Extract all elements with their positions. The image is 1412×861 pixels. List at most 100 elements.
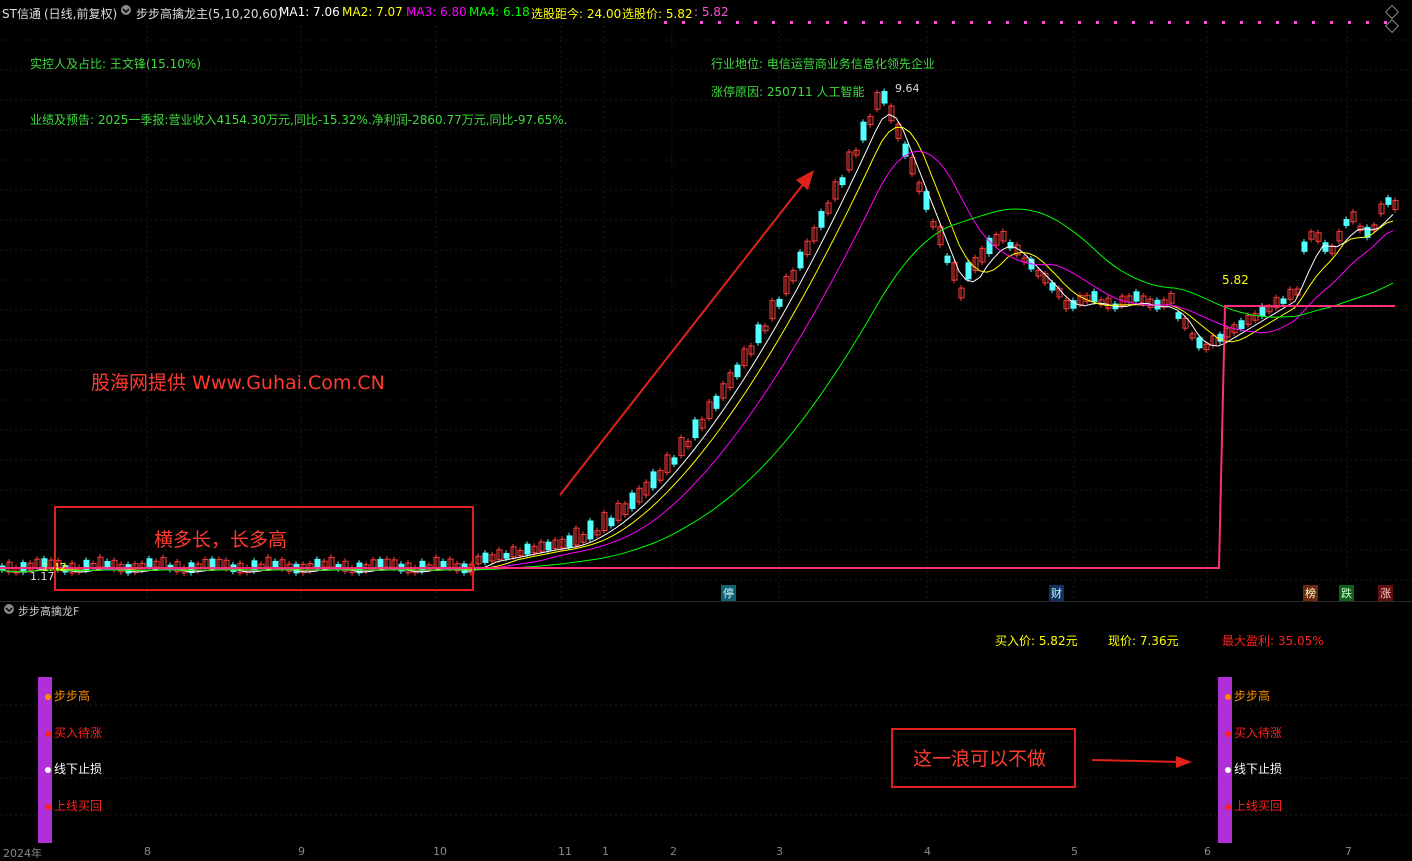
candle-body: [944, 255, 951, 263]
signal-dot: [1006, 21, 1009, 24]
signal-dot: [754, 21, 757, 24]
x-tick: 3: [776, 845, 783, 858]
trend-arrow-head: [796, 170, 814, 190]
signal-dot: [1366, 21, 1369, 24]
x-tick: 10: [433, 845, 447, 858]
signal-dot: [1042, 21, 1045, 24]
performance-annotation: 业绩及预告: 2025一季报:营业收入4154.30万元,同比-15.32%.净…: [30, 113, 568, 127]
candle-body: [860, 121, 867, 141]
max-profit-info: 最大盈利: 35.05%: [1222, 634, 1324, 648]
badge-fall[interactable]: 跌: [1339, 585, 1354, 601]
signal-dot: [1312, 21, 1315, 24]
signal-dot: [718, 21, 721, 24]
candle-body: [1343, 219, 1350, 226]
signal-dot: [916, 21, 919, 24]
ma1-line: [0, 113, 1394, 573]
badge-rank[interactable]: 榜: [1303, 585, 1318, 601]
x-tick: 2: [670, 845, 677, 858]
sub-dropdown-icon[interactable]: [3, 603, 15, 618]
signal-right-1: 步步高: [1225, 687, 1270, 704]
signal-dot: [844, 21, 847, 24]
signal-dot: [1330, 21, 1333, 24]
signal-label: 上线买回: [54, 799, 103, 813]
candle-body: [671, 457, 678, 465]
candle-body: [692, 419, 699, 439]
candle-body: [524, 543, 531, 555]
candle-body: [608, 517, 615, 527]
signal-dot: [682, 21, 685, 24]
signal-dot: [970, 21, 973, 24]
signal-label: 步步高: [54, 689, 91, 703]
badge-rise[interactable]: 涨: [1378, 585, 1393, 601]
candle-body: [629, 492, 636, 509]
badge-finance[interactable]: 财: [1049, 585, 1064, 601]
signal-dot: [1024, 21, 1027, 24]
watermark-text: 股海网提供 Www.Guhai.Com.CN: [91, 372, 385, 394]
signal-dot: [1240, 21, 1243, 24]
x-tick: 11: [558, 845, 572, 858]
signal-left-1: 步步高: [45, 687, 90, 704]
signal-dot: [772, 21, 775, 24]
signal-dot: [1150, 21, 1153, 24]
signal-dot: [1132, 21, 1135, 24]
consolidation-text: 横多长，长多高: [154, 529, 288, 551]
consolidation-box: 横多长，长多高: [54, 506, 474, 591]
candle-body: [650, 471, 657, 489]
candle-body: [1175, 312, 1182, 319]
callout-arrow-head: [1176, 756, 1192, 768]
candle-body: [1259, 305, 1266, 317]
signal-dot: [808, 21, 811, 24]
signal-dot: [988, 21, 991, 24]
signal-dot: [700, 21, 703, 24]
candle-body: [776, 298, 783, 307]
signal-panel: [0, 677, 1412, 843]
candle-body: [1238, 320, 1245, 330]
limit-reason-annotation: 涨停原因: 250711 人工智能: [711, 85, 865, 99]
x-tick: 6: [1204, 845, 1211, 858]
signal-left-2: 买入待涨: [45, 724, 102, 741]
signal-left-3: 线下止损: [45, 760, 102, 777]
signal-dot: [664, 21, 667, 24]
candle-body: [566, 535, 573, 548]
candle-body: [734, 364, 741, 378]
industry-annotation: 行业地位: 电信运营商业务信息化领先企业: [711, 57, 935, 71]
candle-body: [587, 520, 594, 540]
buy-price-tag: 5.82: [1222, 273, 1249, 287]
signal-dot: [880, 21, 883, 24]
signal-dot: [1060, 21, 1063, 24]
candle-body: [545, 541, 552, 551]
callout-arrow: [1091, 759, 1181, 763]
candle-body: [1385, 197, 1392, 205]
x-tick: 8: [144, 845, 151, 858]
candle-body: [797, 251, 804, 269]
signal-dot: [1186, 21, 1189, 24]
signal-label: 步步高: [1234, 689, 1271, 703]
signal-right-2: 买入待涨: [1225, 724, 1282, 741]
signal-right-3: 线下止损: [1225, 760, 1282, 777]
signal-dot: [1114, 21, 1117, 24]
x-tick: 9: [298, 845, 305, 858]
candle-body: [1196, 337, 1203, 349]
signal-dot: [1258, 21, 1261, 24]
sub-panel-header: 步步高擒龙F: [0, 601, 1412, 618]
signal-left-4: 上线买回: [45, 797, 102, 814]
signal-dot: [1348, 21, 1351, 24]
signal-dot: [1276, 21, 1279, 24]
candle-body: [755, 324, 762, 344]
candle-body: [503, 552, 510, 559]
candle-body: [1301, 241, 1308, 252]
buy-price-info: 买入价: 5.82元: [995, 634, 1078, 648]
candle-body: [839, 177, 846, 186]
signal-dot: [1096, 21, 1099, 24]
candle-body: [1280, 298, 1287, 304]
candle-body: [713, 395, 720, 409]
skip-wave-callout: 这一浪可以不做: [891, 728, 1076, 788]
candle-body: [881, 90, 888, 104]
signal-label: 买入待涨: [54, 726, 103, 740]
signal-dot: [934, 21, 937, 24]
signal-dot: [736, 21, 739, 24]
signal-right-4: 上线买回: [1225, 797, 1282, 814]
signal-label: 线下止损: [54, 762, 103, 776]
badge-stop[interactable]: 停: [721, 585, 736, 601]
signal-dot: [898, 21, 901, 24]
